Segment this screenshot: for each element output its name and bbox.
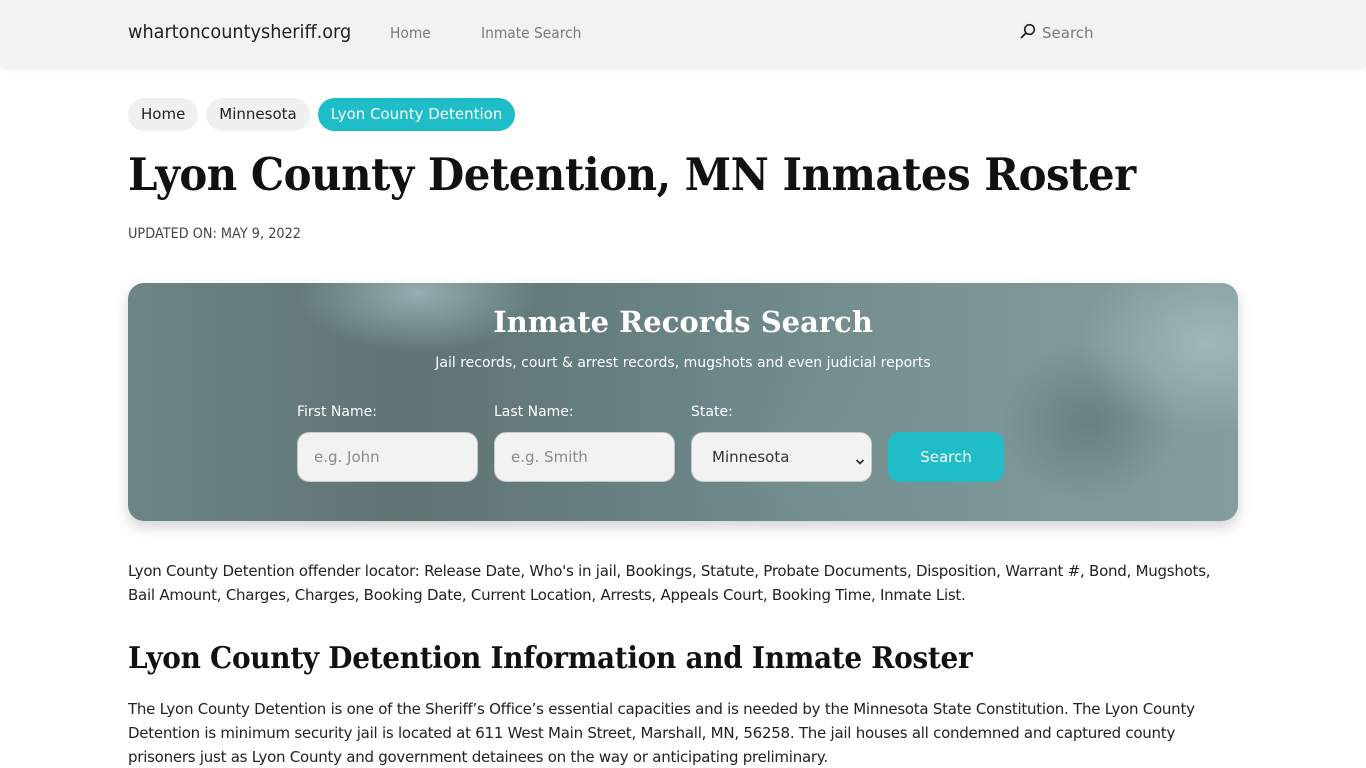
search-panel-subtitle: Jail records, court & arrest records, mu… bbox=[435, 355, 931, 371]
first-name-label: First Name: bbox=[297, 404, 377, 420]
section-body: The Lyon County Detention is one of the … bbox=[128, 700, 1195, 766]
search-icon bbox=[1020, 23, 1036, 43]
nav-search-label: Search bbox=[1042, 24, 1094, 42]
breadcrumb: Home Minnesota Lyon County Detention bbox=[128, 98, 516, 131]
page-title: Lyon County Detention, MN Inmates Roster bbox=[128, 148, 1136, 201]
inmate-search-panel: Inmate Records Search Jail records, cour… bbox=[128, 283, 1238, 521]
top-navbar: whartoncountysheriff.org Home Inmate Sea… bbox=[0, 0, 1366, 67]
search-submit-button[interactable]: Search bbox=[888, 432, 1004, 482]
state-select[interactable]: Minnesota bbox=[691, 432, 872, 482]
breadcrumb-current[interactable]: Lyon County Detention bbox=[317, 98, 516, 131]
breadcrumb-minnesota[interactable]: Minnesota bbox=[206, 98, 310, 131]
last-name-input[interactable] bbox=[494, 432, 675, 482]
updated-date: UPDATED ON: MAY 9, 2022 bbox=[128, 226, 301, 242]
site-brand-link[interactable]: whartoncountysheriff.org bbox=[128, 21, 351, 43]
last-name-label: Last Name: bbox=[494, 404, 574, 420]
offender-locator-intro: Lyon County Detention offender locator: … bbox=[128, 562, 1211, 604]
search-panel-title: Inmate Records Search bbox=[493, 305, 873, 339]
nav-link-inmate-search[interactable]: Inmate Search bbox=[481, 24, 581, 42]
state-label: State: bbox=[691, 404, 733, 420]
breadcrumb-home[interactable]: Home bbox=[128, 98, 199, 131]
nav-link-home[interactable]: Home bbox=[390, 24, 431, 42]
section-heading: Lyon County Detention Information and In… bbox=[128, 641, 973, 676]
first-name-input[interactable] bbox=[297, 432, 478, 482]
nav-search-button[interactable]: Search bbox=[1020, 23, 1094, 43]
